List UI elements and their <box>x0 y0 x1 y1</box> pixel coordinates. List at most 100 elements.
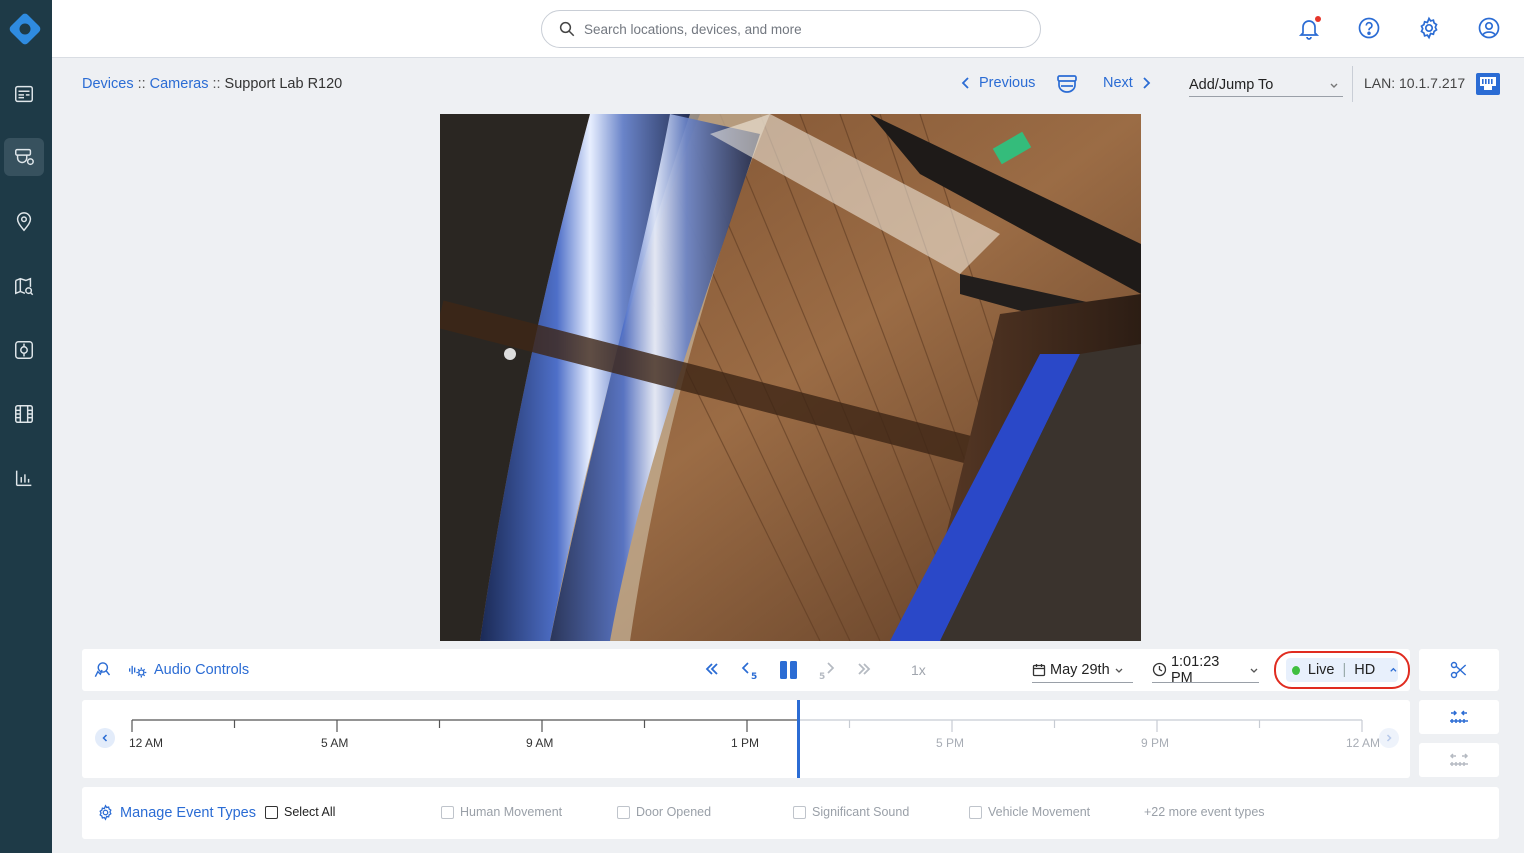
search-icon <box>559 21 575 37</box>
breadcrumb-devices[interactable]: Devices <box>82 76 134 92</box>
access-control-icon[interactable] <box>4 331 44 369</box>
skip-forward-5-icon[interactable]: 5 <box>817 660 837 680</box>
checkbox[interactable] <box>793 805 806 819</box>
divider <box>1352 66 1353 102</box>
breadcrumb-separator: :: <box>212 76 221 92</box>
gear-icon <box>99 804 112 821</box>
logo-icon[interactable] <box>6 10 44 48</box>
checkbox[interactable] <box>265 805 278 819</box>
pause-button[interactable] <box>778 659 800 681</box>
breadcrumb-current: Support Lab R120 <box>224 76 343 92</box>
map-search-icon[interactable] <box>4 267 44 305</box>
camera-video-feed[interactable] <box>440 114 1141 641</box>
checkbox[interactable] <box>617 805 630 819</box>
previous-button[interactable]: Previous <box>959 75 1035 91</box>
event-type-door-opened[interactable]: Door Opened <box>617 805 711 819</box>
zoom-out-timeline-button[interactable] <box>1419 743 1499 777</box>
select-all-label: Select All <box>284 805 336 819</box>
more-event-types-link[interactable]: +22 more event types <box>1144 805 1265 819</box>
timeline-label: 9 AM <box>526 736 554 750</box>
audio-controls-button[interactable]: Audio Controls <box>128 660 249 680</box>
manage-event-types-button[interactable]: Manage Event Types <box>97 804 256 821</box>
user-profile-icon[interactable] <box>1477 16 1501 40</box>
live-label: Live <box>1307 662 1335 678</box>
clip-scissors-button[interactable] <box>1419 649 1499 691</box>
date-picker[interactable]: May 29th <box>1032 657 1133 683</box>
breadcrumb-separator: :: <box>137 76 146 92</box>
event-type-label: Vehicle Movement <box>988 805 1091 819</box>
playback-controls: Audio Controls 5 5 1x May 29th 1:01:23 P… <box>82 649 1410 691</box>
audio-settings-icon <box>129 665 147 678</box>
playback-speed[interactable]: 1x <box>911 662 926 678</box>
timeline-label: 12 AM <box>129 736 164 750</box>
gear-icon[interactable] <box>1417 16 1441 40</box>
separator: | <box>1342 662 1347 678</box>
breadcrumb-cameras[interactable]: Cameras <box>150 76 209 92</box>
manage-event-types-label: Manage Event Types <box>120 804 256 821</box>
timeline-playhead[interactable] <box>797 700 801 778</box>
timeline-label: 9 PM <box>1141 736 1170 750</box>
top-bar <box>52 0 1524 58</box>
chevron-down-icon <box>1115 668 1123 673</box>
chevron-down-icon <box>1330 83 1338 88</box>
notification-dot <box>1315 16 1321 22</box>
add-jump-to-dropdown[interactable]: Add/Jump To <box>1189 73 1343 97</box>
event-type-vehicle-movement[interactable]: Vehicle Movement <box>969 805 1090 819</box>
time-picker[interactable]: 1:01:23 PM <box>1152 653 1259 686</box>
network-port-icon[interactable] <box>1475 72 1501 96</box>
search-bar[interactable] <box>541 10 1041 48</box>
clock-icon <box>1152 662 1167 677</box>
timeline-zoom-in-icon <box>1450 710 1468 723</box>
previous-label: Previous <box>979 75 1036 91</box>
add-jump-to-label: Add/Jump To <box>1189 76 1274 93</box>
chevron-right-icon <box>1143 77 1151 89</box>
film-icon[interactable] <box>4 395 44 433</box>
timeline[interactable]: 12 AM 5 AM 9 AM 1 PM 5 PM 9 PM 12 AM <box>82 700 1410 778</box>
camera-icon[interactable] <box>1055 73 1079 95</box>
bar-chart-icon[interactable] <box>4 459 44 497</box>
fast-forward-icon[interactable] <box>856 661 872 677</box>
select-all-checkbox[interactable]: Select All <box>265 805 335 819</box>
location-pin-icon[interactable] <box>4 203 44 241</box>
help-icon[interactable] <box>1357 16 1381 40</box>
devices-icon[interactable] <box>4 138 44 176</box>
skip-back-5-icon[interactable]: 5 <box>740 660 760 680</box>
timeline-label: 1 PM <box>731 736 760 750</box>
next-button[interactable]: Next <box>1103 75 1153 91</box>
time-value: 1:01:23 PM <box>1170 653 1220 686</box>
event-type-human-movement[interactable]: Human Movement <box>441 805 562 819</box>
bell-icon[interactable] <box>1297 16 1321 40</box>
live-status-dot <box>1292 665 1300 675</box>
event-types-bar: Manage Event Types Select All Human Move… <box>82 787 1499 839</box>
dashboard-icon[interactable] <box>4 75 44 113</box>
quality-label: HD <box>1354 662 1376 678</box>
checkbox[interactable] <box>969 805 982 819</box>
timeline-label: 5 PM <box>936 736 965 750</box>
live-quality-highlight: Live | HD <box>1274 651 1410 689</box>
event-type-label: Human Movement <box>460 805 563 819</box>
chevron-up-icon <box>1390 667 1397 672</box>
event-type-label: Significant Sound <box>812 805 910 819</box>
calendar-icon <box>1032 663 1046 676</box>
date-value: May 29th <box>1050 661 1110 678</box>
svg-text:5: 5 <box>819 672 825 680</box>
timeline-zoom-out-icon <box>1449 753 1469 766</box>
event-type-label: Door Opened <box>636 805 712 819</box>
chevron-down-icon <box>1250 668 1258 673</box>
audio-controls-label: Audio Controls <box>154 662 250 678</box>
rewind-icon[interactable] <box>704 661 720 677</box>
timeline-label: 12 AM <box>1346 736 1381 750</box>
event-type-significant-sound[interactable]: Significant Sound <box>793 805 909 819</box>
zoom-in-timeline-button[interactable] <box>1419 700 1499 734</box>
checkbox[interactable] <box>441 805 454 819</box>
motion-search-icon[interactable] <box>92 660 112 680</box>
sidebar <box>0 0 52 853</box>
svg-text:5: 5 <box>751 672 757 680</box>
live-quality-toggle[interactable]: Live | HD <box>1286 658 1398 682</box>
more-event-types-label: +22 more event types <box>1144 805 1265 819</box>
next-label: Next <box>1103 75 1133 91</box>
breadcrumb: Devices:: Cameras:: Support Lab R120 <box>82 76 342 92</box>
timeline-label: 5 AM <box>321 736 349 750</box>
search-input[interactable] <box>584 21 1014 37</box>
lan-address: LAN: 10.1.7.217 <box>1364 75 1466 91</box>
